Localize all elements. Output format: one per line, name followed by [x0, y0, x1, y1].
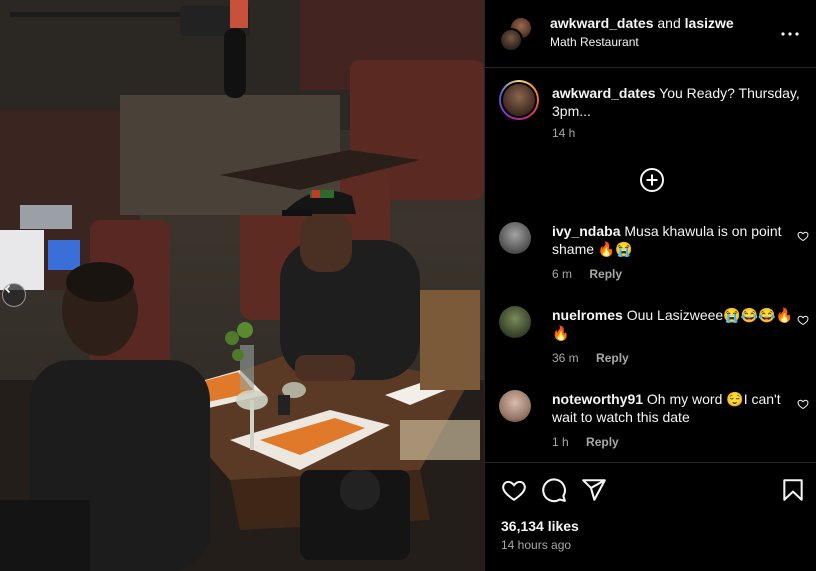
comment-meta: 36 m Reply [552, 351, 629, 365]
avatar[interactable] [499, 222, 531, 254]
chevron-left-icon [4, 284, 11, 294]
post-header: awkward_dates and lasizwe Math Restauran… [485, 0, 816, 68]
photo-illustration [0, 0, 484, 571]
location-link[interactable]: Math Restaurant [550, 35, 639, 49]
carousel-prev-button[interactable] [2, 283, 26, 307]
comment-time[interactable]: 1 h [552, 435, 569, 449]
caption-timestamp[interactable]: 14 h [552, 126, 575, 140]
reply-button[interactable]: Reply [596, 351, 629, 365]
comment-meta: 6 m Reply [552, 267, 622, 281]
heart-icon[interactable] [797, 314, 809, 326]
more-horizontal-icon [781, 32, 799, 36]
collab-avatars[interactable] [499, 16, 535, 52]
username-link[interactable]: lasizwe [685, 15, 734, 31]
username-link[interactable]: awkward_dates [552, 85, 656, 101]
avatar[interactable] [499, 28, 523, 52]
username-link[interactable]: awkward_dates [550, 15, 654, 31]
avatar[interactable] [499, 390, 531, 422]
username-link[interactable]: ivy_ndaba [552, 223, 620, 239]
reply-button[interactable]: Reply [589, 267, 622, 281]
header-title: awkward_dates and lasizwe [550, 15, 734, 31]
heart-icon[interactable] [797, 230, 809, 242]
comment-time[interactable]: 36 m [552, 351, 579, 365]
username-link[interactable]: noteworthy91 [552, 391, 643, 407]
comment-text: ivy_ndaba Musa khawula is on point shame… [552, 222, 802, 258]
post-side-panel: awkward_dates and lasizwe Math Restauran… [484, 0, 816, 571]
heart-icon[interactable] [797, 398, 809, 410]
heart-icon[interactable] [501, 477, 527, 503]
likes-count[interactable]: 36,134 likes [501, 518, 579, 534]
comment-text: noteworthy91 Oh my word 😌I can't wait to… [552, 390, 802, 426]
bookmark-icon[interactable] [780, 477, 806, 503]
load-more-comments-button[interactable] [639, 167, 665, 193]
story-ring-avatar[interactable] [499, 80, 539, 120]
comment-time[interactable]: 6 m [552, 267, 572, 281]
more-options-button[interactable] [778, 22, 802, 46]
share-icon[interactable] [581, 477, 607, 503]
comment-meta: 1 h Reply [552, 435, 619, 449]
comment-icon[interactable] [541, 477, 567, 503]
caption-text: awkward_dates You Ready? Thursday, 3pm..… [552, 84, 802, 120]
comment-text: nuelromes Ouu Lasizweee😭😂😂🔥🔥 [552, 306, 802, 342]
avatar[interactable] [499, 306, 531, 338]
post-timestamp[interactable]: 14 hours ago [501, 538, 571, 552]
username-link[interactable]: nuelromes [552, 307, 623, 323]
post-actions: 36,134 likes 14 hours ago [485, 462, 816, 571]
reply-button[interactable]: Reply [586, 435, 619, 449]
post-photo[interactable] [0, 0, 484, 571]
and-label: and [657, 15, 681, 31]
plus-circle-icon [640, 168, 664, 192]
